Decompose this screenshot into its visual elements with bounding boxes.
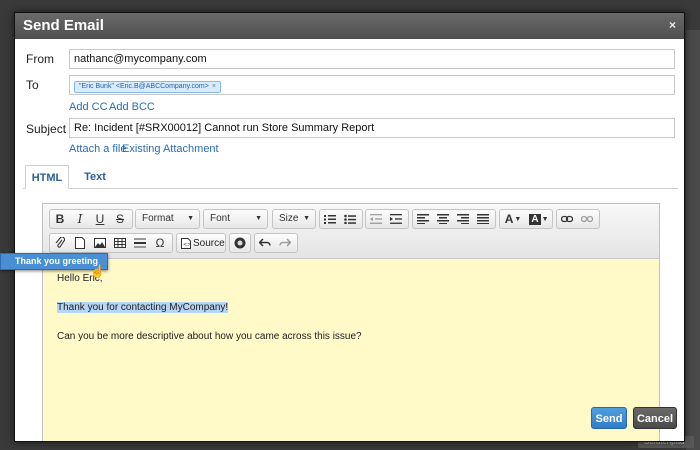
chevron-down-icon: ▼	[303, 215, 310, 222]
to-field[interactable]: "Eric Bunk" <Eric.B@ABCCompany.com> ×	[69, 75, 675, 95]
list-group	[319, 209, 363, 229]
recipient-chip[interactable]: "Eric Bunk" <Eric.B@ABCCompany.com> ×	[74, 81, 221, 93]
link-icon[interactable]	[557, 210, 577, 228]
unlink-icon[interactable]	[577, 210, 597, 228]
editor-line: Can you be more descriptive about how yo…	[57, 331, 362, 342]
insert-group: Ω	[49, 233, 173, 253]
template-icon[interactable]	[70, 234, 90, 252]
size-dropdown-label: Size	[279, 213, 299, 224]
to-label: To	[26, 78, 39, 92]
size-dropdown[interactable]: Size ▼	[272, 209, 316, 229]
background-color-button[interactable]: A ▼	[526, 210, 552, 228]
editor-tabs: HTML Text	[23, 165, 678, 189]
table-icon[interactable]	[110, 234, 130, 252]
template-suggestion-popup[interactable]: Thank you greeting ☝	[0, 253, 108, 278]
close-icon[interactable]: ×	[669, 18, 676, 32]
background-color-label: A	[529, 213, 541, 225]
strikethrough-button[interactable]: S	[110, 210, 130, 228]
format-dropdown-label: Format	[142, 213, 174, 224]
format-dropdown[interactable]: Format ▼	[135, 209, 200, 229]
bold-button[interactable]: B	[50, 210, 70, 228]
source-icon: <>	[181, 237, 191, 249]
bullet-list-icon[interactable]	[340, 210, 360, 228]
recipient-chip-label: "Eric Bunk" <Eric.B@ABCCompany.com>	[79, 83, 209, 90]
font-color-button[interactable]: A ▼	[500, 210, 526, 228]
add-bcc-link[interactable]: Add BCC	[109, 101, 155, 113]
send-button[interactable]: Send	[591, 407, 627, 429]
font-dropdown[interactable]: Font ▼	[203, 209, 268, 229]
background-scrollbar	[686, 30, 700, 450]
outdent-icon[interactable]	[366, 210, 386, 228]
svg-text:<>: <>	[183, 242, 191, 248]
italic-button[interactable]: I	[70, 210, 90, 228]
chevron-down-icon: ▼	[514, 215, 522, 223]
link-group	[556, 209, 600, 229]
color-group: A ▼ A ▼	[499, 209, 553, 229]
font-color-label: A	[504, 212, 514, 226]
align-left-icon[interactable]	[413, 210, 433, 228]
dialog-titlebar: Send Email ×	[15, 13, 684, 39]
from-label: From	[26, 52, 54, 66]
from-field[interactable]: nathanc@mycompany.com	[69, 49, 675, 69]
editor-line: Hello Eric,	[57, 273, 103, 284]
rich-text-editor: B I U S Format ▼ Font ▼ Size ▼ A ▼ A ▼ Ω…	[42, 203, 660, 441]
attach-file-link[interactable]: Attach a file	[69, 143, 126, 155]
cancel-button[interactable]: Cancel	[633, 407, 677, 429]
spellcheck-icon[interactable]	[230, 234, 250, 252]
editor-line-highlighted: Thank you for contacting MyCompany!	[57, 302, 229, 313]
remove-recipient-icon[interactable]: ×	[212, 83, 216, 90]
dialog-title: Send Email	[23, 17, 104, 34]
undo-icon[interactable]	[255, 234, 275, 252]
justify-icon[interactable]	[473, 210, 493, 228]
indent-icon[interactable]	[386, 210, 406, 228]
tab-text[interactable]: Text	[77, 165, 113, 189]
align-right-icon[interactable]	[453, 210, 473, 228]
text-style-group: B I U S	[49, 209, 133, 229]
theme-group	[229, 233, 251, 253]
alignment-group	[412, 209, 496, 229]
existing-attachment-link[interactable]: Existing Attachment	[122, 143, 219, 155]
add-cc-link[interactable]: Add CC	[69, 101, 108, 113]
template-suggestion-label: Thank you greeting	[15, 256, 99, 266]
indent-group	[365, 209, 409, 229]
editor-content[interactable]: Hello Eric, Thank you for contacting MyC…	[43, 259, 659, 441]
hand-cursor-icon: ☝	[90, 264, 105, 278]
special-character-button[interactable]: Ω	[150, 234, 170, 252]
subject-label: Subject	[26, 122, 67, 136]
editor-toolbar: B I U S Format ▼ Font ▼ Size ▼ A ▼ A ▼ Ω…	[43, 204, 659, 259]
horizontal-rule-icon[interactable]	[130, 234, 150, 252]
image-icon[interactable]	[90, 234, 110, 252]
source-button[interactable]: <> Source	[176, 233, 226, 253]
history-group	[254, 233, 298, 253]
numbered-list-icon[interactable]	[320, 210, 340, 228]
subject-field[interactable]: Re: Incident [#SRX00012] Cannot run Stor…	[69, 118, 675, 138]
chevron-down-icon: ▼	[187, 215, 194, 222]
font-dropdown-label: Font	[210, 213, 231, 224]
send-email-dialog: Send Email × From nathanc@mycompany.com …	[14, 12, 685, 442]
redo-icon[interactable]	[275, 234, 295, 252]
chevron-down-icon: ▼	[255, 215, 262, 222]
source-label: Source	[193, 237, 225, 249]
underline-button[interactable]: U	[90, 210, 110, 228]
attachment-icon[interactable]	[50, 234, 70, 252]
align-center-icon[interactable]	[433, 210, 453, 228]
chevron-down-icon: ▼	[541, 215, 549, 223]
tab-html[interactable]: HTML	[25, 165, 69, 189]
